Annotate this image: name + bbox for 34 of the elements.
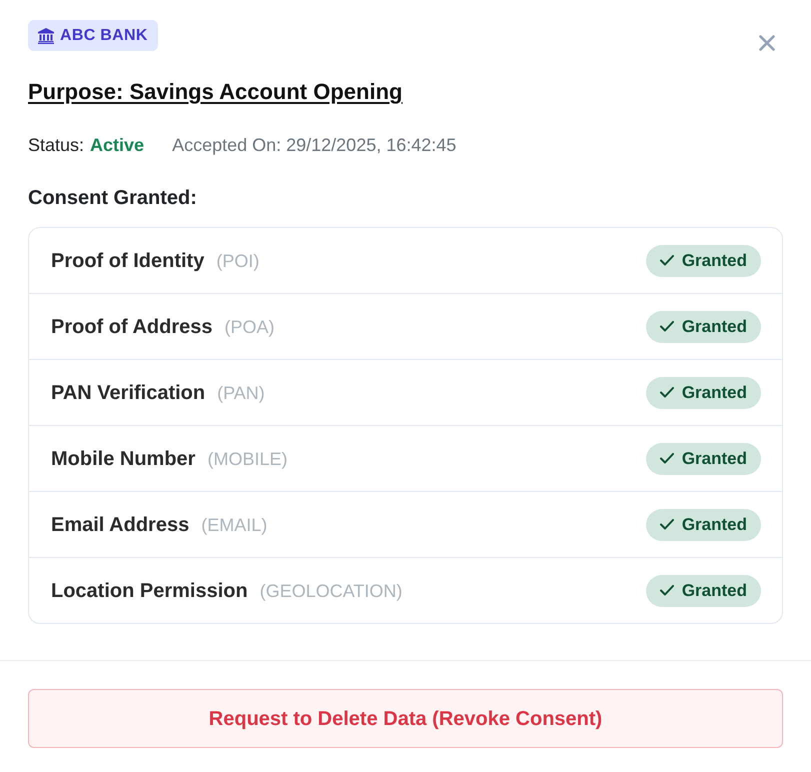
accepted-on: Accepted On: 29/12/2025, 16:42:45 [172,134,456,157]
consent-name: Location Permission [51,578,248,604]
check-icon [660,453,674,464]
purpose-title: Purpose: Savings Account Opening [28,79,402,104]
granted-label: Granted [682,384,747,401]
granted-label: Granted [682,318,747,335]
granted-label: Granted [682,252,747,269]
consent-code: (POA) [224,316,275,339]
consent-name: Proof of Address [51,314,212,340]
consent-code: (PAN) [217,382,265,405]
check-icon [660,255,674,266]
check-icon [660,321,674,332]
consent-name: PAN Verification [51,380,206,406]
check-icon [660,519,674,530]
consent-name: Email Address [51,512,190,538]
revoke-consent-button[interactable]: Request to Delete Data (Revoke Consent) [28,689,783,748]
close-button[interactable] [759,35,775,51]
consents-heading: Consent Granted: [28,187,197,209]
check-icon [660,387,674,398]
consent-code: (EMAIL) [201,514,268,537]
consent-name: Mobile Number [51,446,196,472]
consent-name: Proof of Identity [51,248,204,274]
consent-code: (MOBILE) [207,448,288,471]
granted-label: Granted [682,450,747,467]
consent-code: (GEOLOCATION) [260,580,402,603]
check-icon [660,585,674,596]
bank-name: ABC BANK [60,28,148,44]
granted-label: Granted [682,582,747,599]
status-value: Active [90,134,144,157]
status-label: Status: [28,134,84,157]
bank-icon [38,28,54,44]
consent-code: (POI) [216,250,260,273]
close-icon [759,35,775,51]
granted-label: Granted [682,516,747,533]
